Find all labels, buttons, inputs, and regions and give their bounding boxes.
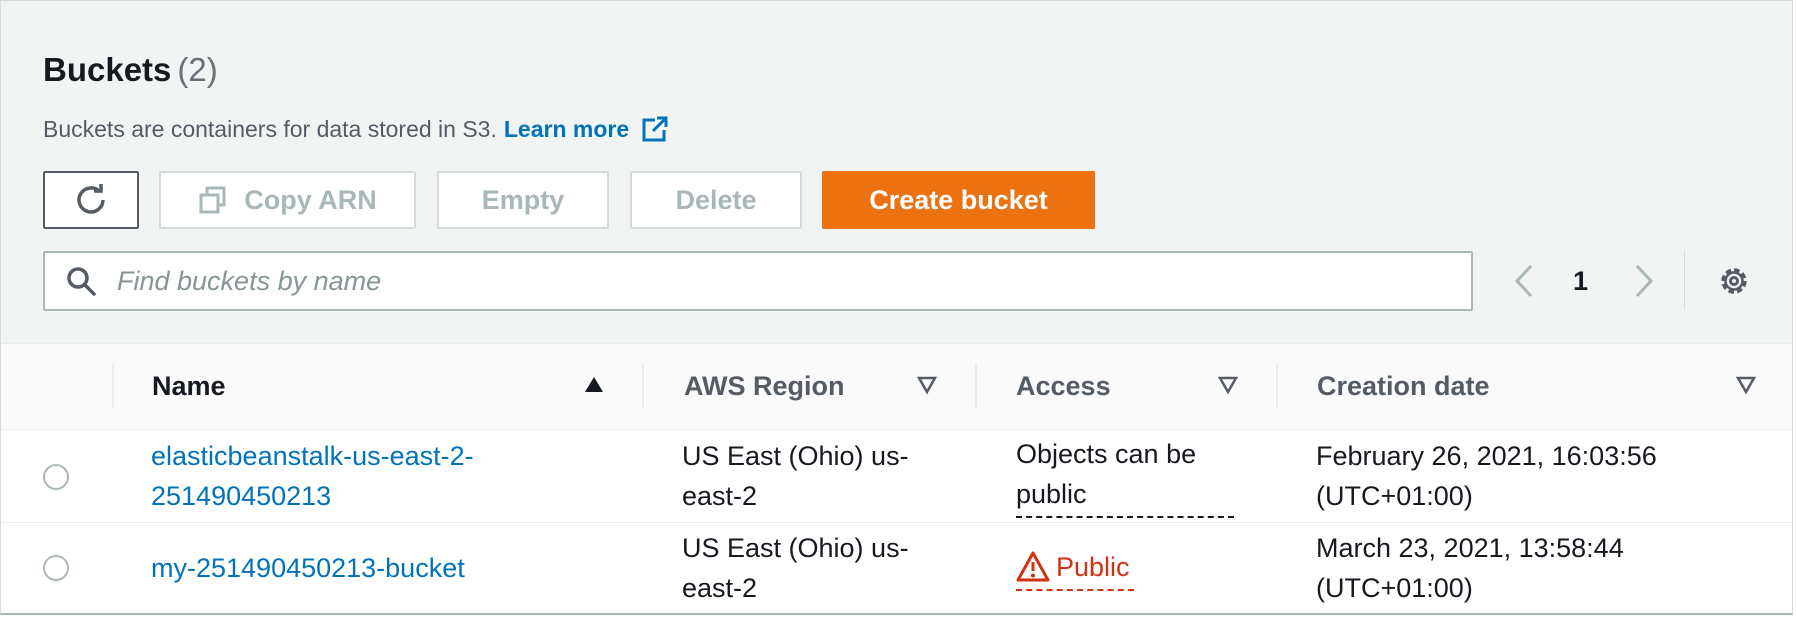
- copy-arn-label: Copy ARN: [244, 184, 377, 215]
- warning-icon: [1016, 551, 1050, 582]
- access-line: Objects can be: [1016, 439, 1197, 469]
- refresh-icon: [77, 184, 105, 214]
- date-line: (UTC+01:00): [1316, 573, 1473, 603]
- bucket-name-line[interactable]: 251490450213: [151, 476, 531, 516]
- column-header-name[interactable]: Name: [152, 344, 226, 429]
- external-link-icon[interactable]: [641, 115, 669, 143]
- toolbar-divider: [1684, 251, 1685, 309]
- table-header: Name AWS Region Access Creation date: [1, 344, 1792, 430]
- create-bucket-button[interactable]: Create bucket: [822, 171, 1095, 229]
- page-number[interactable]: 1: [1573, 257, 1588, 305]
- date-line: February 26, 2021, 16:03:56: [1316, 441, 1657, 471]
- next-page-button[interactable]: [1629, 257, 1659, 305]
- access-line[interactable]: public: [1016, 474, 1234, 518]
- sort-descending-icon[interactable]: [1735, 374, 1757, 396]
- bucket-name-link[interactable]: my-251490450213-bucket: [151, 548, 531, 588]
- bucket-region: US East (Ohio) us- east-2: [682, 528, 942, 608]
- creation-date: March 23, 2021, 13:58:44 (UTC+01:00): [1316, 528, 1776, 608]
- buckets-panel: Buckets (2) Buckets are containers for da…: [0, 0, 1793, 615]
- previous-page-button[interactable]: [1509, 257, 1539, 305]
- search-input[interactable]: [115, 264, 1419, 298]
- date-line: (UTC+01:00): [1316, 481, 1473, 511]
- date-line: March 23, 2021, 13:58:44: [1316, 533, 1624, 563]
- column-divider: [112, 364, 114, 408]
- sort-ascending-icon[interactable]: [583, 374, 605, 396]
- chevron-right-icon: [1635, 264, 1654, 298]
- chevron-left-icon: [1514, 264, 1533, 298]
- bucket-region: US East (Ohio) us- east-2: [682, 436, 942, 516]
- public-label: Public: [1056, 552, 1130, 582]
- column-header-region[interactable]: AWS Region: [684, 344, 845, 429]
- row-select-radio[interactable]: [43, 555, 69, 581]
- search-box[interactable]: [43, 251, 1473, 311]
- empty-button[interactable]: Empty: [437, 171, 609, 229]
- bucket-name-line[interactable]: elasticbeanstalk-us-east-2-: [151, 436, 531, 476]
- search-icon: [67, 267, 96, 296]
- table-row[interactable]: elasticbeanstalk-us-east-2- 251490450213…: [1, 430, 1792, 523]
- column-divider[interactable]: [642, 364, 644, 408]
- table-row[interactable]: my-251490450213-bucket US East (Ohio) us…: [1, 523, 1792, 613]
- page-title: Buckets (2): [43, 51, 218, 89]
- title-text: Buckets: [43, 51, 172, 88]
- column-header-creation-date[interactable]: Creation date: [1317, 344, 1490, 429]
- creation-date: February 26, 2021, 16:03:56 (UTC+01:00): [1316, 436, 1776, 516]
- sort-descending-icon[interactable]: [916, 374, 938, 396]
- public-access-badge[interactable]: Public: [1016, 547, 1134, 591]
- header-description: Buckets are containers for data stored i…: [43, 115, 669, 143]
- bucket-name-link[interactable]: elasticbeanstalk-us-east-2- 251490450213: [151, 436, 531, 516]
- bucket-access[interactable]: Objects can be public: [1016, 434, 1256, 518]
- gear-icon[interactable]: [1717, 264, 1751, 298]
- region-line: east-2: [682, 481, 758, 511]
- description-text: Buckets are containers for data stored i…: [43, 115, 497, 142]
- region-line: US East (Ohio) us-: [682, 533, 909, 563]
- region-line: east-2: [682, 573, 758, 603]
- learn-more-link[interactable]: Learn more: [504, 116, 629, 143]
- region-line: US East (Ohio) us-: [682, 441, 909, 471]
- copy-icon: [199, 186, 226, 214]
- sort-descending-icon[interactable]: [1217, 374, 1239, 396]
- column-divider[interactable]: [1276, 364, 1278, 408]
- bucket-access[interactable]: Public: [1016, 547, 1256, 591]
- bucket-count: (2): [177, 51, 218, 88]
- copy-arn-button[interactable]: Copy ARN: [159, 171, 416, 229]
- buckets-header: Buckets (2) Buckets are containers for da…: [1, 1, 1792, 344]
- refresh-button[interactable]: [43, 171, 139, 229]
- row-select-radio[interactable]: [43, 464, 69, 490]
- delete-button[interactable]: Delete: [630, 171, 802, 229]
- column-divider[interactable]: [975, 364, 977, 408]
- column-header-access[interactable]: Access: [1016, 344, 1111, 429]
